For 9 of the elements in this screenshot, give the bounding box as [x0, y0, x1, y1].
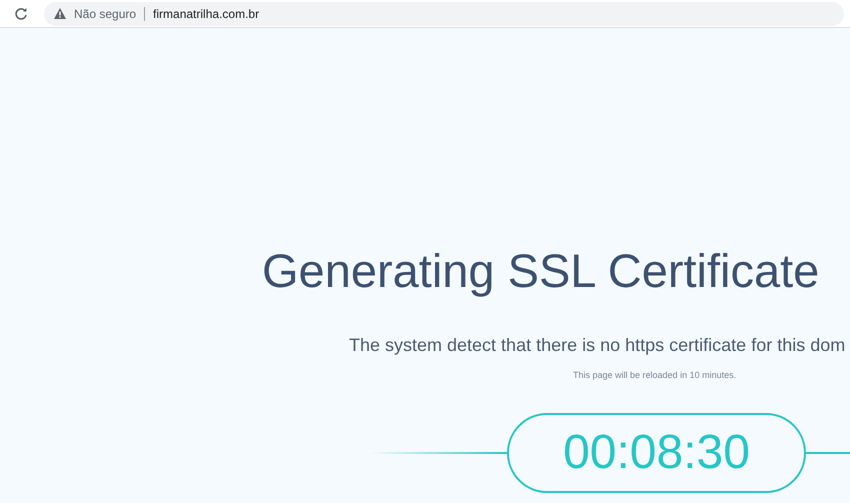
reload-note: This page will be reloaded in 10 minutes. [573, 369, 738, 382]
security-label: Não seguro [74, 6, 136, 22]
countdown-timer: 00:08:30 [507, 412, 806, 492]
message-text: The system detect that there is no https certificate for this dom [349, 334, 846, 357]
reload-icon[interactable] [14, 6, 28, 20]
warning-icon [54, 8, 66, 19]
address-bar[interactable]: Não seguro firmanatrilha.com.br [44, 2, 844, 26]
page-title: Generating SSL Certificate [262, 243, 820, 299]
url-text: firmanatrilha.com.br [153, 6, 260, 22]
